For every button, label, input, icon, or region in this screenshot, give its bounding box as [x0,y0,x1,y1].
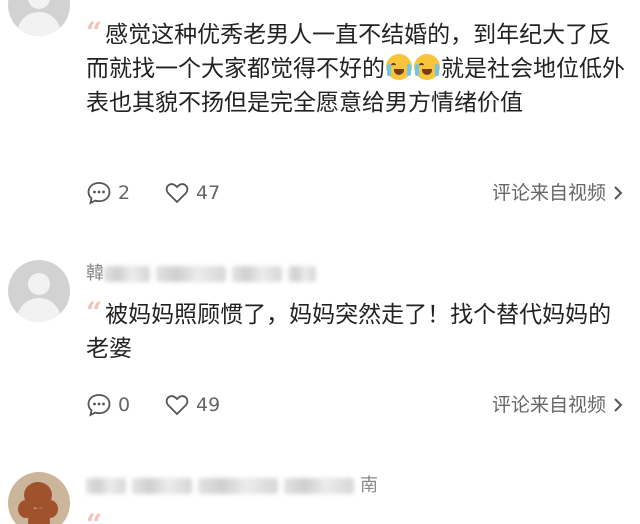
quote-mark-icon: “ [86,508,102,524]
comment-bubble-icon [87,394,111,417]
reply-count: 0 [118,394,131,416]
reply-count: 2 [118,182,131,204]
location-text: 南 [360,475,378,496]
like-button[interactable]: 49 [164,390,220,420]
comment-actions: 0 49 评论来自视频 [86,390,632,420]
comment-text: “感觉这种优秀老男人一直不结婚的，到年纪大了反而就找一个大家都觉得不好的 就是社会… [86,16,625,116]
like-count: 49 [196,394,221,416]
source-video-link[interactable]: 评论来自视频 [492,178,624,208]
avatar[interactable] [8,0,70,36]
comment-item: 韓 “被妈妈照顾惯了，妈妈突然走了！找个替代妈妈的老婆 0 49 评论来自视频 [0,252,640,442]
reply-button[interactable]: 0 [86,390,130,420]
comment-item: “感觉这种优秀老男人一直不结婚的，到年纪大了反而就找一个大家都觉得不好的 就是社会… [0,0,640,230]
comment-text: “被妈妈照顾惯了，妈妈突然走了！找个替代妈妈的老婆 [86,296,612,362]
heart-icon [165,395,189,415]
like-button[interactable]: 47 [164,178,220,208]
quote-mark-icon: “ [86,296,102,329]
comment-bubble-icon [87,182,111,205]
source-video-link[interactable]: 评论来自视频 [492,390,624,420]
crying-laughing-emoji-icon [414,54,440,80]
avatar[interactable] [8,260,70,322]
heart-icon [165,183,189,203]
username[interactable]: 韓 [86,263,104,284]
comment-meta: 韓 [86,262,322,286]
crying-laughing-emoji-icon [386,54,412,80]
reply-button[interactable]: 2 [86,178,130,208]
comment-actions: 2 47 评论来自视频 [86,178,632,208]
quote-mark-icon: “ [86,16,102,49]
like-count: 47 [196,182,221,204]
avatar[interactable] [8,472,70,524]
chevron-right-icon [614,398,623,412]
comment-text-truncated: “ [86,508,632,524]
chevron-right-icon [614,186,623,200]
comment-meta: 南 [86,474,378,498]
comment-item: 南 “ [0,462,640,524]
